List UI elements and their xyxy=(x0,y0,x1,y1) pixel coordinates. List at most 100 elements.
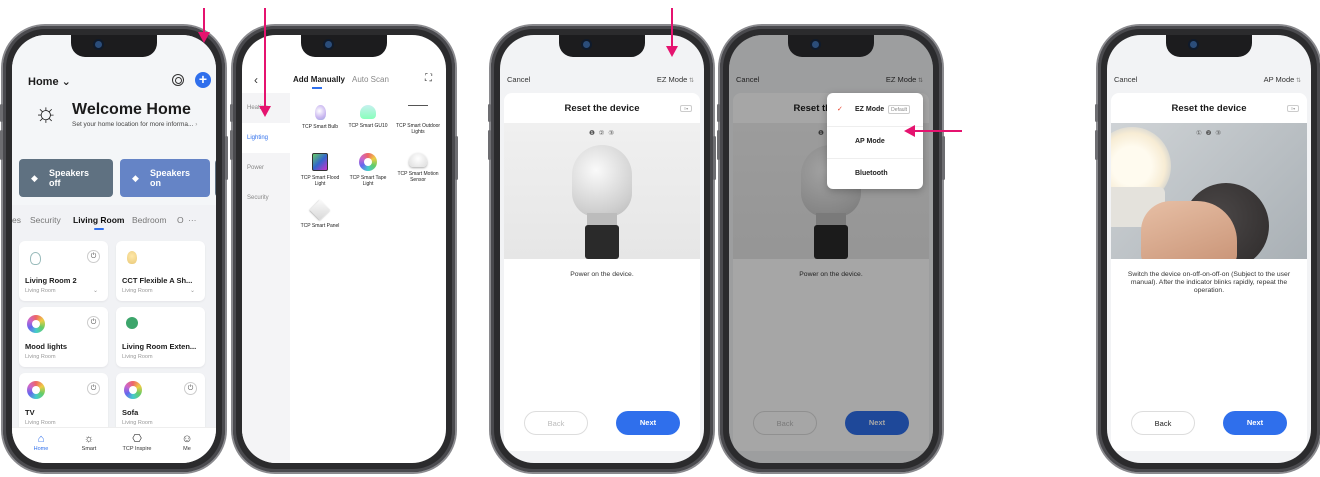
phone-mode-dropdown: Cancel EZ Mode Reset the device ≡▾ ❶ ② ③… xyxy=(717,26,945,472)
remote-photo: ① ❷ ③ xyxy=(1111,123,1307,259)
bulb-icon xyxy=(127,251,137,264)
category-lighting[interactable]: Lighting xyxy=(242,123,290,153)
product-panel[interactable]: TCP Smart Panel xyxy=(296,199,344,229)
cancel-button[interactable]: Cancel xyxy=(507,75,530,84)
device-card[interactable]: ⏻ TV Living Room xyxy=(19,373,108,433)
flood-light-icon xyxy=(312,153,328,171)
next-button[interactable]: Next xyxy=(1223,411,1287,435)
phone-reset-ez: Cancel EZ Mode Reset the device ≡▾ ❶ ② ③… xyxy=(488,26,716,472)
reset-screen-dimmed: Cancel EZ Mode Reset the device ≡▾ ❶ ② ③… xyxy=(729,35,933,463)
mode-selector[interactable]: EZ Mode xyxy=(657,75,694,84)
tab-bedroom[interactable]: Bedroom xyxy=(132,215,167,225)
product-tape-light[interactable]: TCP Smart Tape Light xyxy=(344,153,392,187)
panel-title: Reset the device xyxy=(1171,103,1247,114)
device-name: CCT Flexible A Sh... xyxy=(122,276,193,285)
tabbar-home[interactable]: ⌂ Home xyxy=(16,433,66,452)
mode-option-bluetooth[interactable]: Bluetooth xyxy=(827,159,923,189)
home-selector[interactable]: Home ⌄ xyxy=(28,75,71,88)
tabbar-me[interactable]: ☺ Me xyxy=(162,433,212,452)
tab-living-room[interactable]: Living Room xyxy=(73,215,124,225)
tab-auto-scan[interactable]: Auto Scan xyxy=(352,75,389,84)
device-room: Living Room xyxy=(25,420,56,426)
device-name: Mood lights xyxy=(25,342,68,351)
next-button[interactable]: Next xyxy=(616,411,680,435)
scene-more[interactable] xyxy=(215,159,216,197)
back-button[interactable]: Back xyxy=(1131,411,1195,435)
product-smart-bulb[interactable]: TCP Smart Bulb xyxy=(296,105,344,130)
device-name: Living Room Exten... xyxy=(122,342,197,351)
tabbar-smart[interactable]: ☼ Smart xyxy=(64,433,114,452)
reset-screen: Cancel EZ Mode Reset the device ≡▾ ❶ ② ③… xyxy=(500,35,704,463)
category-power[interactable]: Power xyxy=(242,153,290,183)
device-room: Living Room xyxy=(25,288,56,294)
tag-icon: ◆ xyxy=(31,173,38,183)
device-room: Living Room xyxy=(25,354,56,360)
room-tabs: es Security Living Room Bedroom O ··· xyxy=(12,215,216,231)
menu-icon[interactable]: ≡▾ xyxy=(680,105,692,112)
hand-image xyxy=(1141,201,1237,259)
tab-underline xyxy=(94,228,104,230)
checkmark-icon: ✓ xyxy=(837,106,843,113)
bottom-tabbar: ⌂ Home ☼ Smart ⎔ TCP Inspire ☺ Me xyxy=(12,427,216,463)
target-icon[interactable] xyxy=(172,74,184,86)
menu-icon[interactable]: ≡▾ xyxy=(1287,105,1299,112)
welcome-subtitle[interactable]: Set your home location for more informa.… xyxy=(72,121,197,128)
tab-other[interactable]: O xyxy=(177,215,184,225)
product-motion-sensor[interactable]: TCP Smart Motion Sensor xyxy=(394,153,442,183)
bulb-image xyxy=(572,145,632,217)
device-card[interactable]: ⏻ Mood lights Living Room xyxy=(19,307,108,367)
add-device-button[interactable]: + xyxy=(195,72,211,88)
panel-title: Reset the device xyxy=(564,103,640,114)
string-lights-icon xyxy=(408,105,428,119)
chevron-down-icon[interactable]: ⌄ xyxy=(190,287,195,294)
tab-add-manually[interactable]: Add Manually xyxy=(293,75,345,84)
product-smart-gu10[interactable]: TCP Smart GU10 xyxy=(344,105,392,129)
tab-security[interactable]: Security xyxy=(30,215,61,225)
product-flood-light[interactable]: TCP Smart Flood Light xyxy=(296,153,344,187)
step-indicator: ❶ ② ③ xyxy=(588,130,616,137)
plug-icon xyxy=(126,317,138,329)
category-security[interactable]: Security xyxy=(242,183,290,213)
power-icon[interactable]: ⏻ xyxy=(87,250,100,263)
instruction-text: Power on the device. xyxy=(570,271,634,278)
rgb-ring-icon xyxy=(27,315,45,333)
phone-reset-ap: Cancel AP Mode Reset the device ≡▾ ① ❷ ③… xyxy=(1095,26,1320,472)
device-card[interactable]: CCT Flexible A Sh... Living Room ⌄ xyxy=(116,241,205,301)
cancel-button[interactable]: Cancel xyxy=(1114,75,1137,84)
sun-icon: ☼ xyxy=(83,433,95,445)
device-name: Sofa xyxy=(122,408,139,417)
rgb-ring-icon xyxy=(124,381,142,399)
mode-option-ez[interactable]: ✓ EZ Mode Default xyxy=(827,95,923,125)
scene-speakers-off[interactable]: ◆ Speakers off xyxy=(19,159,113,197)
mode-selector[interactable]: AP Mode xyxy=(1264,75,1301,84)
back-button[interactable]: Back xyxy=(524,411,588,435)
bulb-photo: ❶ ② ③ xyxy=(504,123,700,259)
scan-icon[interactable]: ⛶ xyxy=(425,73,432,84)
scene-speakers-on[interactable]: ◆ Speakers on xyxy=(120,159,210,197)
tab-underline xyxy=(312,87,322,89)
device-card[interactable]: Living Room Exten... Living Room xyxy=(116,307,205,367)
device-card[interactable]: ⏻ Living Room 2 Living Room ⌄ xyxy=(19,241,108,301)
tab-devices[interactable]: es xyxy=(12,215,21,225)
scene-label: Speakers off xyxy=(49,168,90,188)
device-card[interactable]: ⏻ Sofa Living Room xyxy=(116,373,205,433)
product-outdoor-lights[interactable]: TCP Smart Outdoor Lights xyxy=(394,105,442,135)
more-tabs-button[interactable]: ··· xyxy=(188,215,197,225)
reset-panel: Reset the device ≡▾ ❶ ② ③ Power on the d… xyxy=(504,93,700,451)
bag-icon: ⎔ xyxy=(132,433,142,445)
tag-icon: ◆ xyxy=(132,173,139,183)
device-room: Living Room xyxy=(122,354,153,360)
reset-panel: Reset the device ≡▾ ① ❷ ③ Switch the dev… xyxy=(1111,93,1307,451)
phone-home: Home ⌄ + ☼ Welcome Home Set your home lo… xyxy=(0,26,228,472)
chevron-down-icon[interactable]: ⌄ xyxy=(93,287,98,294)
tabbar-inspire[interactable]: ⎔ TCP Inspire xyxy=(112,433,162,452)
instruction-text: Switch the device on-off-on-off-on (Subj… xyxy=(1127,271,1291,294)
mode-dropdown: ✓ EZ Mode Default AP Mode Bluetooth xyxy=(827,93,923,189)
power-icon[interactable]: ⏻ xyxy=(184,382,197,395)
scene-label: Speakers on xyxy=(150,168,191,188)
power-icon[interactable]: ⏻ xyxy=(87,382,100,395)
add-device-screen: ‹ Add Manually Auto Scan ⛶ Heating Light… xyxy=(242,35,446,463)
back-button[interactable]: ‹ xyxy=(254,73,258,87)
power-icon[interactable]: ⏻ xyxy=(87,316,100,329)
device-room: Living Room xyxy=(122,288,153,294)
